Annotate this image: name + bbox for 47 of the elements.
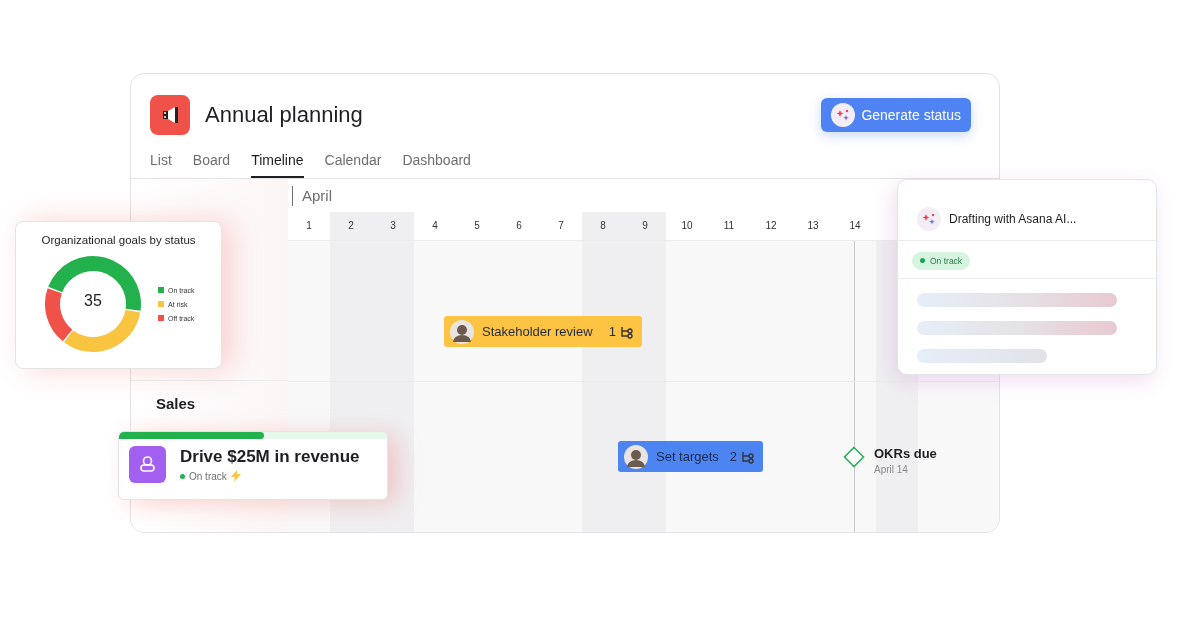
day-label: 6 xyxy=(515,219,523,233)
month-label: April xyxy=(292,185,332,206)
task-name: Set targets xyxy=(656,449,720,464)
project-title: Annual planning xyxy=(205,102,364,128)
day-label: 12 xyxy=(764,219,778,233)
avatar-icon xyxy=(624,444,648,469)
day-label: 11 xyxy=(722,219,736,233)
day-label: 9 xyxy=(624,212,666,240)
tab[interactable]: Dashboard xyxy=(402,146,471,178)
sparkle-icon xyxy=(917,207,941,231)
person-icon xyxy=(129,446,166,483)
tab[interactable]: List xyxy=(150,146,172,178)
chart-title: Organizational goals by status xyxy=(40,234,197,246)
subtask-icon xyxy=(741,449,755,464)
tab[interactable]: Board xyxy=(192,146,231,178)
day-label: 3 xyxy=(372,212,414,240)
goal-title: Drive $25M in revenue xyxy=(180,447,360,467)
day-label: 13 xyxy=(806,219,820,233)
task-bar[interactable]: Stakeholder review 1 xyxy=(444,316,642,347)
goal-status: On track xyxy=(189,470,227,482)
task-name: Stakeholder review xyxy=(482,324,594,339)
generate-status-button[interactable]: Generate status xyxy=(821,98,971,132)
drafting-title: Drafting with Asana AI... xyxy=(949,212,1077,226)
milestone-date: April 14 xyxy=(874,464,909,475)
day-label: 7 xyxy=(557,219,565,233)
task-bar[interactable]: Set targets 2 xyxy=(618,441,763,472)
milestone-diamond-icon xyxy=(843,446,865,468)
subtask-count: 1 xyxy=(608,324,616,339)
day-label: 8 xyxy=(582,212,624,240)
subtask-count: 2 xyxy=(729,449,737,464)
tab[interactable]: Calendar xyxy=(324,146,382,178)
day-label: 2 xyxy=(330,212,372,240)
megaphone-icon xyxy=(150,95,190,135)
lightning-icon xyxy=(230,470,241,482)
day-label: 10 xyxy=(680,219,694,233)
day-label: 14 xyxy=(848,219,862,233)
milestone-name: OKRs due xyxy=(874,446,937,461)
total-count: 35 xyxy=(83,292,103,310)
status-pill: On track xyxy=(912,251,971,270)
day-label: 5 xyxy=(473,219,481,233)
day-label: 1 xyxy=(305,219,313,233)
section-title: Sales xyxy=(156,395,196,412)
avatar-icon xyxy=(450,319,474,344)
subtask-icon xyxy=(620,324,634,339)
sparkle-icon xyxy=(831,103,856,127)
day-label: 4 xyxy=(431,219,439,233)
status-dot xyxy=(180,473,185,479)
